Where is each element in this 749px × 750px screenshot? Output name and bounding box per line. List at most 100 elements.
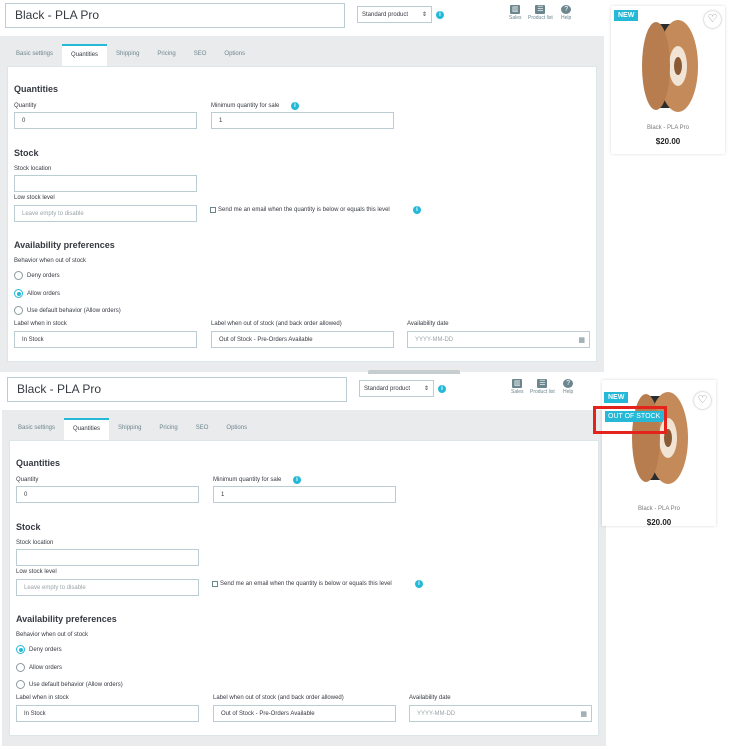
tab-pricing[interactable]: Pricing	[150, 418, 186, 440]
behavior-label: Behavior when out of stock	[14, 258, 87, 264]
heart-icon[interactable]: ♡	[694, 392, 711, 409]
stock-location-input[interactable]	[16, 549, 199, 566]
date-placeholder: YYYY-MM-DD	[415, 337, 454, 343]
help-label: Help	[563, 389, 574, 395]
availability-date-input[interactable]: YYYY-MM-DD ▦	[409, 705, 592, 722]
product-list-button[interactable]: ☰ Product list	[528, 5, 553, 21]
quantities-heading: Quantities	[14, 84, 59, 94]
quantity-input[interactable]: 0	[16, 486, 199, 503]
info-icon[interactable]: i	[293, 476, 301, 484]
sales-button[interactable]: ▥ Sales	[511, 379, 524, 395]
calendar-icon[interactable]: ▦	[580, 710, 587, 718]
low-stock-label: Low stock level	[14, 195, 55, 201]
help-button[interactable]: ? Help	[563, 379, 573, 395]
in-stock-input[interactable]: In Stock	[14, 331, 197, 348]
sales-label: Sales	[511, 389, 524, 395]
radio-deny-orders[interactable]	[14, 271, 23, 280]
quantities-card: Quantities Quantity 0 Minimum quantity f…	[9, 440, 599, 736]
availability-heading: Availability preferences	[16, 614, 117, 624]
stock-location-label: Stock location	[16, 540, 54, 546]
min-quantity-label: Minimum quantity for sale	[213, 477, 282, 483]
tab-shipping[interactable]: Shipping	[107, 44, 148, 66]
screenshot-deny-orders: Black - PLA Pro Standard product ⇕ i ▥ S…	[0, 374, 749, 748]
product-list-button[interactable]: ☰ Product list	[530, 379, 555, 395]
stock-heading: Stock	[16, 522, 41, 532]
radio-deny-orders[interactable]	[16, 645, 25, 654]
product-name-input[interactable]: Black - PLA Pro	[5, 3, 345, 28]
tab-seo[interactable]: SEO	[187, 418, 218, 440]
sales-label: Sales	[509, 15, 522, 21]
spool-image	[632, 392, 688, 484]
calendar-icon[interactable]: ▦	[578, 336, 585, 344]
radio-default-behavior[interactable]	[16, 680, 25, 689]
list-icon: ☰	[535, 5, 546, 14]
highlight-frame	[593, 406, 667, 434]
stock-heading: Stock	[14, 148, 39, 158]
in-stock-label: Label when in stock	[16, 695, 69, 701]
info-icon[interactable]: i	[436, 11, 444, 19]
tab-pricing[interactable]: Pricing	[148, 44, 184, 66]
heart-icon[interactable]: ♡	[704, 11, 721, 28]
min-quantity-input[interactable]: 1	[213, 486, 396, 503]
availability-date-label: Availability date	[409, 695, 451, 701]
chart-icon: ▥	[512, 379, 523, 388]
stock-location-label: Stock location	[14, 166, 52, 172]
radio-allow-orders[interactable]	[14, 289, 23, 298]
product-panel: Basic settings Quantities Shipping Prici…	[2, 414, 606, 744]
low-stock-input[interactable]: Leave empty to disable	[16, 579, 199, 596]
tab-options[interactable]: Options	[217, 418, 256, 440]
min-quantity-label: Minimum quantity for sale	[211, 103, 280, 109]
out-of-stock-input[interactable]: Out of Stock - Pre-Orders Available	[211, 331, 394, 348]
product-card[interactable]: NEW ♡ Black - PLA Pro $20.00	[611, 6, 725, 154]
new-badge: NEW	[614, 10, 639, 21]
info-icon[interactable]: i	[438, 385, 446, 393]
help-label: Help	[561, 15, 572, 21]
min-quantity-input[interactable]: 1	[211, 112, 394, 129]
help-icon: ?	[561, 5, 572, 14]
in-stock-label: Label when in stock	[14, 321, 67, 327]
out-of-stock-input[interactable]: Out of Stock - Pre-Orders Available	[213, 705, 396, 722]
availability-date-input[interactable]: YYYY-MM-DD ▦	[407, 331, 590, 348]
email-alert-checkbox[interactable]	[210, 207, 216, 213]
product-card-name[interactable]: Black - PLA Pro	[602, 506, 716, 512]
in-stock-input[interactable]: In Stock	[16, 705, 199, 722]
low-stock-input[interactable]: Leave empty to disable	[14, 205, 197, 222]
product-type-select[interactable]: Standard product ⇕	[359, 380, 434, 397]
availability-date-label: Availability date	[407, 321, 449, 327]
info-icon[interactable]: i	[413, 206, 421, 214]
product-type-select[interactable]: Standard product ⇕	[357, 6, 432, 23]
product-type-value: Standard product	[362, 11, 409, 18]
info-icon[interactable]: i	[291, 102, 299, 110]
email-alert-label: Send me an email when the quantity is be…	[218, 207, 390, 213]
radio-allow-orders[interactable]	[16, 663, 25, 672]
help-button[interactable]: ? Help	[561, 5, 571, 21]
tab-basic-settings[interactable]: Basic settings	[7, 44, 62, 66]
product-card-name[interactable]: Black - PLA Pro	[611, 125, 725, 131]
tab-quantities[interactable]: Quantities	[62, 44, 108, 66]
sales-button[interactable]: ▥ Sales	[509, 5, 522, 21]
low-stock-label: Low stock level	[16, 569, 57, 575]
quantity-input[interactable]: 0	[14, 112, 197, 129]
email-alert-checkbox[interactable]	[212, 581, 218, 587]
info-icon[interactable]: i	[415, 580, 423, 588]
date-placeholder: YYYY-MM-DD	[417, 711, 456, 717]
product-name-input[interactable]: Black - PLA Pro	[7, 377, 347, 402]
radio-default-behavior[interactable]	[14, 306, 23, 315]
tab-quantities[interactable]: Quantities	[64, 418, 110, 440]
stock-location-input[interactable]	[14, 175, 197, 192]
availability-heading: Availability preferences	[14, 240, 115, 250]
spool-image	[642, 20, 698, 112]
tab-bar: Basic settings Quantities Shipping Prici…	[9, 418, 256, 440]
product-card[interactable]: NEW OUT OF STOCK ♡ Black - PLA Pro $20.0…	[593, 380, 716, 527]
deny-orders-label: Deny orders	[27, 273, 60, 279]
out-of-stock-label: Label when out of stock (and back order …	[211, 321, 342, 327]
product-card-price: $20.00	[646, 518, 672, 527]
behavior-label: Behavior when out of stock	[16, 632, 89, 638]
tab-options[interactable]: Options	[215, 44, 254, 66]
tab-shipping[interactable]: Shipping	[109, 418, 150, 440]
deny-orders-label: Deny orders	[29, 647, 62, 653]
screenshot-allow-orders: Black - PLA Pro Standard product ⇕ i ▥ S…	[0, 0, 749, 374]
tab-seo[interactable]: SEO	[185, 44, 216, 66]
tab-basic-settings[interactable]: Basic settings	[9, 418, 64, 440]
select-arrows-icon: ⇕	[423, 386, 429, 392]
